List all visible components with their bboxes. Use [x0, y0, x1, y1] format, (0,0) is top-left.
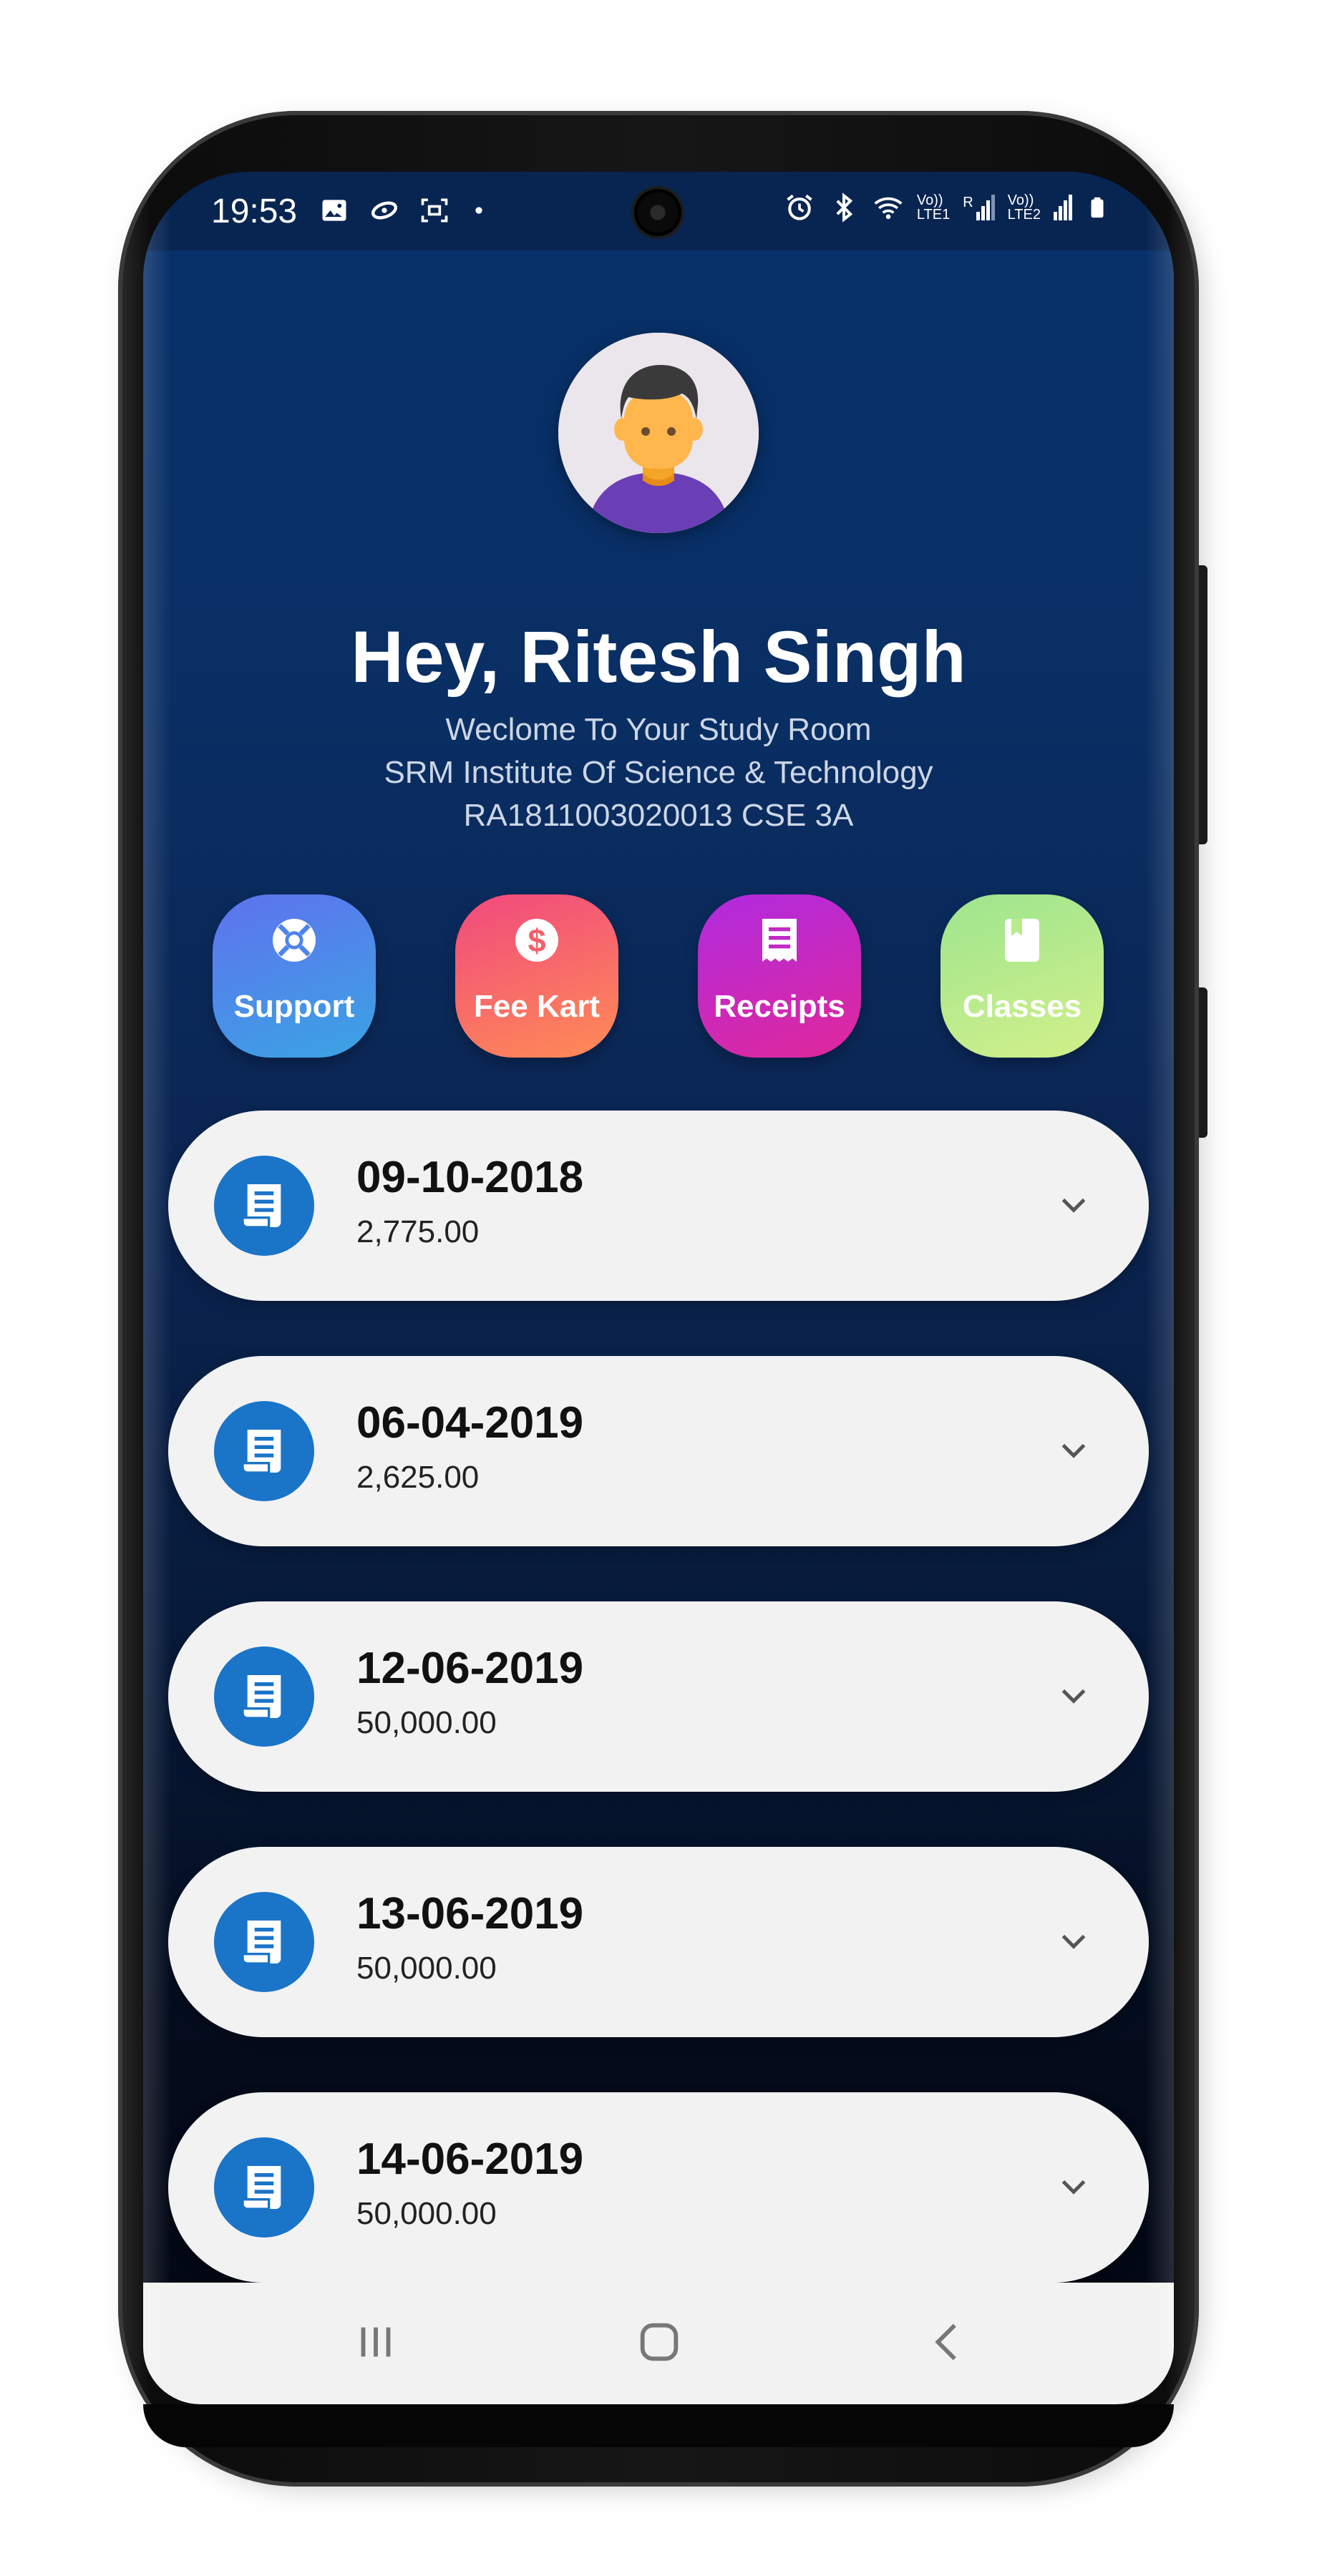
classes-button[interactable]: Classes: [941, 894, 1104, 1058]
recents-icon[interactable]: [351, 2317, 401, 2367]
receipt-date: 06-04-2019: [356, 1398, 584, 1448]
back-icon[interactable]: [923, 2317, 973, 2367]
student-info: RA1811003020013 CSE 3A: [463, 798, 854, 833]
receipt-doc-icon: [214, 2137, 314, 2238]
chevron-down-icon[interactable]: [1056, 1924, 1092, 1960]
front-camera: [634, 189, 681, 236]
receipt-card[interactable]: 06-04-2019 2,625.00: [168, 1356, 1149, 1546]
lifebuoy-icon: [273, 919, 316, 962]
status-time: 19:53: [211, 192, 298, 230]
institute-name: SRM Institute Of Science & Technology: [384, 755, 933, 790]
book-icon: [1005, 919, 1039, 962]
receipt-date: 09-10-2018: [356, 1153, 584, 1202]
roaming-indicator: R: [963, 195, 973, 210]
receipt-amount: 50,000.00: [356, 1705, 497, 1740]
sim1-volte-text: Vo)): [916, 192, 943, 208]
receipt-amount: 2,625.00: [356, 1460, 480, 1495]
receipts-label: Receipts: [714, 989, 845, 1024]
avatar-illustration: [558, 333, 759, 533]
fee-kart-button[interactable]: $ Fee Kart: [455, 894, 618, 1058]
chevron-down-icon[interactable]: [1056, 1188, 1092, 1224]
classes-label: Classes: [962, 989, 1082, 1024]
sim1-label: Vo)) LTE1: [917, 193, 950, 222]
power-button: [1199, 565, 1207, 844]
sim1-lte-text: LTE1: [916, 207, 951, 223]
screen-edge-left: [143, 172, 172, 2404]
image-icon: [322, 200, 346, 221]
chevron-down-icon[interactable]: [1056, 1433, 1092, 1469]
receipt-date: 12-06-2019: [356, 1644, 584, 1693]
fee-kart-label: Fee Kart: [473, 989, 601, 1024]
receipt-amount: 2,775.00: [356, 1214, 480, 1249]
bixby-button: [1199, 987, 1207, 1138]
receipt-amount: 50,000.00: [356, 2196, 497, 2231]
user-avatar-icon[interactable]: [558, 333, 759, 533]
receipt-date: 13-06-2019: [356, 1889, 584, 1938]
alarm-icon: [787, 194, 812, 220]
app-screen: 19:53 Vo)) LTE1 R Vo)) LTE2 Hey, Ritesh …: [143, 172, 1174, 2404]
support-label: Support: [233, 989, 355, 1024]
bluetooth-icon: [836, 192, 853, 223]
signal-sim1-icon: R: [963, 195, 995, 220]
chevron-down-icon[interactable]: [1056, 1679, 1092, 1714]
dot-icon: [475, 207, 482, 214]
signal-sim2-icon: [1054, 195, 1072, 220]
receipt-doc-icon: [214, 1156, 314, 1256]
receipt-date: 14-06-2019: [356, 2135, 584, 2184]
navigation-bar: [143, 2283, 1174, 2404]
receipt-doc-icon: [214, 1646, 314, 1747]
wifi-icon: [874, 197, 903, 220]
support-button[interactable]: Support: [213, 894, 376, 1058]
welcome-text: Weclome To Your Study Room: [445, 712, 872, 747]
receipt-card[interactable]: 14-06-2019 50,000.00: [168, 2092, 1149, 2283]
sim2-label: Vo)) LTE2: [1008, 193, 1041, 222]
sim2-volte-text: Vo)): [1007, 192, 1034, 208]
screenshot-icon: [421, 198, 448, 223]
receipt-card[interactable]: 13-06-2019 50,000.00: [168, 1847, 1149, 2037]
sim2-lte-text: LTE2: [1007, 207, 1041, 223]
system-icons: Vo)) LTE1 R Vo)) LTE2: [784, 192, 1109, 223]
dollar-icon: $: [515, 919, 558, 962]
receipt-amount: 50,000.00: [356, 1951, 497, 1986]
chevron-down-icon[interactable]: [1056, 2170, 1092, 2205]
notification-icons: [319, 195, 489, 226]
screen-edge-right: [1145, 172, 1174, 2404]
greeting-title: Hey, Ritesh Singh: [351, 616, 966, 698]
bottom-bezel: [143, 2404, 1174, 2447]
receipt-doc-icon: [214, 1892, 314, 1992]
receipt-doc-icon: [214, 1401, 314, 1501]
battery-icon: [1091, 197, 1104, 218]
home-icon[interactable]: [634, 2317, 684, 2367]
svg-text:$: $: [528, 922, 545, 959]
sync-icon: [371, 201, 398, 220]
receipt-card[interactable]: 12-06-2019 50,000.00: [168, 1601, 1149, 1792]
receipts-button[interactable]: Receipts: [698, 894, 861, 1058]
receipt-card[interactable]: 09-10-2018 2,775.00: [168, 1111, 1149, 1301]
status-bar: 19:53 Vo)) LTE1 R Vo)) LTE2: [143, 172, 1174, 250]
receipt-icon: [762, 919, 797, 962]
